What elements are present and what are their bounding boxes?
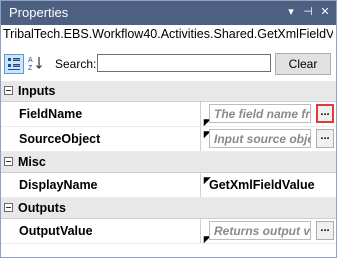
column-divider	[200, 173, 201, 197]
panel-title: Properties	[9, 5, 69, 20]
title-bar: Properties ▾ ⊣ ✕	[1, 1, 336, 25]
collapse-icon[interactable]	[4, 203, 13, 212]
pin-icon[interactable]: ⊣	[300, 4, 316, 20]
property-row-displayname[interactable]: DisplayName GetXmlFieldValue	[1, 173, 336, 198]
alphabetical-icon[interactable]: A Z	[26, 54, 44, 72]
category-label: Misc	[18, 155, 46, 169]
collapse-icon[interactable]	[4, 86, 13, 95]
property-value-field[interactable]: Returns output vc	[209, 221, 311, 240]
svg-text:A: A	[28, 57, 33, 64]
toolbar: A Z Search: Clear	[1, 51, 336, 77]
property-value-field[interactable]: Input source obje	[209, 129, 311, 148]
collapse-icon[interactable]	[4, 157, 13, 166]
ellipsis-button[interactable]: ...	[316, 129, 334, 148]
property-name: SourceObject	[19, 132, 101, 146]
ellipsis-button[interactable]: ...	[316, 221, 334, 240]
category-label: Outputs	[18, 201, 66, 215]
category-outputs[interactable]: Outputs	[1, 198, 336, 219]
property-name: FieldName	[19, 107, 83, 121]
property-name: DisplayName	[19, 178, 98, 192]
property-name: OutputValue	[19, 224, 93, 238]
search-label: Search:	[55, 57, 97, 71]
property-value-text[interactable]: GetXmlFieldValue	[209, 178, 315, 192]
clear-button[interactable]: Clear	[275, 53, 331, 75]
property-row-sourceobject[interactable]: SourceObject Input source obje ...	[1, 127, 336, 152]
dropdown-icon[interactable]: ▾	[283, 4, 299, 20]
property-grid: Inputs FieldName The field name fr ... S…	[1, 81, 336, 244]
svg-text:Z: Z	[28, 65, 33, 72]
category-inputs[interactable]: Inputs	[1, 81, 336, 102]
property-value-field[interactable]: The field name fr	[209, 104, 311, 123]
close-icon[interactable]: ✕	[317, 4, 333, 20]
property-row-outputvalue[interactable]: OutputValue Returns output vc ...	[1, 219, 336, 244]
ellipsis-button[interactable]: ...	[316, 104, 334, 123]
properties-panel: Properties ▾ ⊣ ✕ TribalTech.EBS.Workflow…	[0, 0, 337, 258]
column-divider	[200, 127, 201, 151]
categorized-icon[interactable]	[4, 54, 24, 74]
category-misc[interactable]: Misc	[1, 152, 336, 173]
property-row-fieldname[interactable]: FieldName The field name fr ...	[1, 102, 336, 127]
category-label: Inputs	[18, 84, 56, 98]
search-input[interactable]	[97, 54, 271, 72]
selected-object-type: TribalTech.EBS.Workflow40.Activities.Sha…	[3, 27, 333, 41]
